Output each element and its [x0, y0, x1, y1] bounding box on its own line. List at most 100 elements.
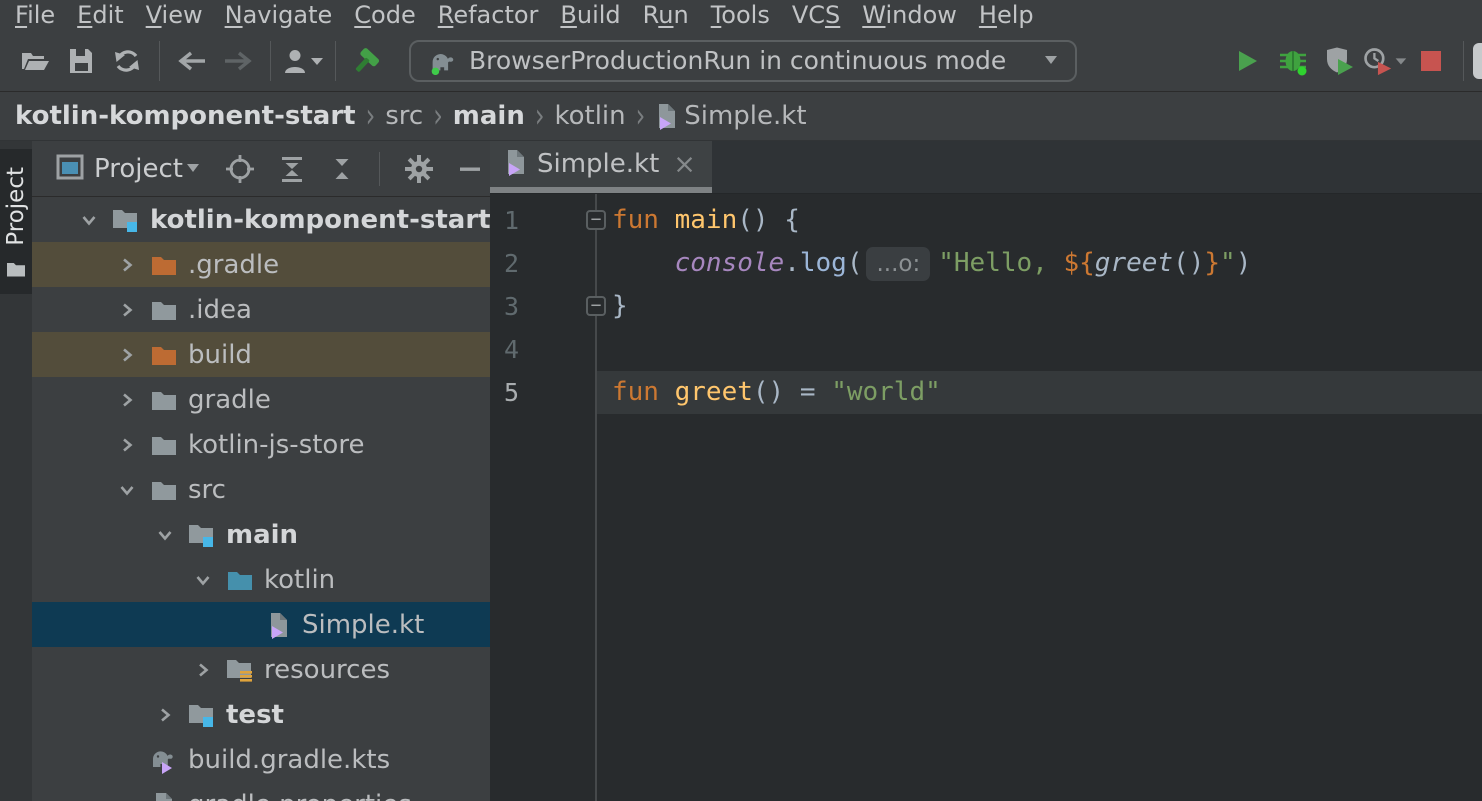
breadcrumb-item-kotlin-komponent-start[interactable]: kotlin-komponent-start [15, 101, 356, 131]
menu-item-code[interactable]: Code [343, 0, 426, 30]
tree-item-resources[interactable]: resources [32, 647, 490, 692]
open-project-icon[interactable] [12, 38, 58, 84]
code-line-3[interactable]: } [597, 285, 1482, 328]
sync-icon[interactable] [104, 38, 150, 84]
code-token: fun [612, 205, 675, 235]
menu-item-edit[interactable]: Edit [66, 0, 134, 30]
expand-all-icon[interactable] [279, 155, 305, 183]
back-icon[interactable] [169, 38, 215, 84]
stop-icon[interactable] [1408, 38, 1454, 84]
chevron-right-icon[interactable] [114, 342, 140, 368]
tree-item-kotlin[interactable]: kotlin [32, 557, 490, 602]
chevron-down-icon[interactable] [190, 567, 216, 593]
breadcrumb-item-main[interactable]: main [453, 101, 525, 131]
chevron-right-icon[interactable] [190, 657, 216, 683]
toolbar-separator [270, 41, 271, 81]
chevron-right-icon[interactable] [152, 702, 178, 728]
debug-icon[interactable] [1270, 38, 1316, 84]
chevron-right-icon[interactable] [114, 432, 140, 458]
line-number-5[interactable]: 5 [490, 371, 595, 414]
breadcrumb-item-kotlin[interactable]: kotlin [554, 101, 625, 131]
menu-item-window[interactable]: Window [851, 0, 968, 30]
menu-item-tools[interactable]: Tools [700, 0, 781, 30]
folder-icon [5, 260, 27, 282]
project-title-dropdown-icon[interactable] [185, 159, 201, 178]
save-all-icon[interactable] [58, 38, 104, 84]
chevron-down-icon[interactable] [76, 207, 102, 233]
menu-item-run[interactable]: Run [632, 0, 700, 30]
locate-file-icon[interactable] [225, 154, 255, 184]
clipped-toolbar-icon[interactable] [1473, 43, 1482, 79]
code-line-2[interactable]: console.log(...o:"Hello, ${greet()}") [597, 242, 1482, 285]
project-panel-header: Project [32, 141, 490, 197]
code-token: () = [753, 377, 831, 407]
build-hammer-icon[interactable] [345, 38, 391, 84]
line-number-1[interactable]: 1 [490, 199, 595, 242]
editor[interactable]: Simple.kt × 12345−− fun main() { console… [490, 141, 1482, 801]
settings-gear-icon[interactable] [404, 154, 434, 184]
code-token: . [784, 248, 800, 278]
line-number-4[interactable]: 4 [490, 328, 595, 371]
chevron-placeholder [114, 747, 140, 773]
tree-item-kotlin-js-store[interactable]: kotlin-js-store [32, 422, 490, 467]
profiler-dropdown-icon[interactable] [1362, 38, 1408, 84]
folder-icon [149, 386, 179, 414]
breadcrumb-separator: › [433, 96, 443, 135]
line-number-3[interactable]: 3 [490, 285, 595, 328]
editor-body[interactable]: 12345−− fun main() { console.log(...o:"H… [490, 194, 1482, 801]
menu-item-help[interactable]: Help [968, 0, 1045, 30]
fold-marker-line-3[interactable]: − [586, 296, 606, 316]
code-token: main [675, 205, 738, 235]
tree-item-simple-kt[interactable]: Simple.kt [32, 602, 490, 647]
fold-marker-line-1[interactable]: − [586, 210, 606, 230]
code-token: greet [675, 377, 753, 407]
tree-item-gradle-properties[interactable]: gradle.properties [32, 782, 490, 801]
tree-item-build[interactable]: build [32, 332, 490, 377]
menu-item-vcs[interactable]: VCS [781, 0, 851, 30]
chevron-down-icon[interactable] [114, 477, 140, 503]
chevron-right-icon[interactable] [114, 252, 140, 278]
tree-item-kotlin-komponent-start[interactable]: kotlin-komponent-start [32, 197, 490, 242]
tree-item--idea[interactable]: .idea [32, 287, 490, 332]
gradle-kotlin-file-icon [149, 746, 179, 774]
chevron-down-icon[interactable] [152, 522, 178, 548]
run-icon[interactable] [1224, 38, 1270, 84]
user-dropdown-icon[interactable] [280, 38, 326, 84]
menu-item-view[interactable]: View [135, 0, 214, 30]
tab-simple-kt[interactable]: Simple.kt × [490, 141, 712, 193]
chevron-right-icon[interactable] [114, 297, 140, 323]
tree-item-label: kotlin [264, 565, 335, 595]
menu-item-build[interactable]: Build [549, 0, 631, 30]
project-tool-window-button[interactable]: Project [0, 149, 32, 294]
code-line-5[interactable]: fun greet() = "world" [597, 371, 1482, 414]
hide-panel-icon[interactable] [458, 157, 482, 181]
run-configuration-combo[interactable]: BrowserProductionRun in continuous mode [409, 40, 1077, 82]
line-number-2[interactable]: 2 [490, 242, 595, 285]
code-area[interactable]: fun main() { console.log(...o:"Hello, ${… [597, 194, 1482, 801]
breadcrumb-item-src[interactable]: src [385, 101, 423, 131]
tree-item-main[interactable]: main [32, 512, 490, 557]
run-with-coverage-icon[interactable] [1316, 38, 1362, 84]
menu-item-refactor[interactable]: Refactor [427, 0, 550, 30]
code-line-1[interactable]: fun main() { [597, 199, 1482, 242]
menu-item-file[interactable]: File [4, 0, 66, 30]
tree-item-gradle[interactable]: gradle [32, 377, 490, 422]
editor-gutter[interactable]: 12345−− [490, 194, 597, 801]
tree-item-build-gradle-kts[interactable]: build.gradle.kts [32, 737, 490, 782]
menu-item-navigate[interactable]: Navigate [214, 0, 344, 30]
tab-title: Simple.kt [537, 149, 659, 179]
properties-file-icon [149, 791, 179, 801]
code-token: "world" [831, 377, 941, 407]
tab-close-icon[interactable]: × [673, 151, 696, 178]
tree-item--gradle[interactable]: .gradle [32, 242, 490, 287]
chevron-right-icon[interactable] [114, 387, 140, 413]
code-token: ${ [1063, 248, 1094, 278]
forward-icon[interactable] [215, 38, 261, 84]
tree-item-test[interactable]: test [32, 692, 490, 737]
header-separator [379, 152, 380, 186]
project-panel-title[interactable]: Project [94, 154, 183, 184]
tree-item-src[interactable]: src [32, 467, 490, 512]
code-line-4[interactable] [597, 328, 1482, 371]
collapse-all-icon[interactable] [329, 155, 355, 183]
breadcrumb-item-simple-kt[interactable]: Simple.kt [655, 101, 806, 131]
